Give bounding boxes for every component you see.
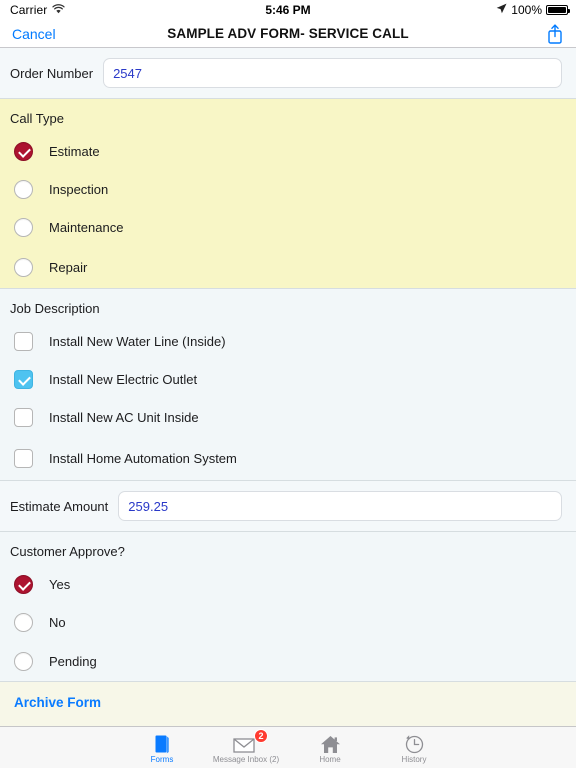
order-number-section: Order Number 2547 [0,48,576,99]
customer-approve-option-no[interactable]: No [0,603,576,641]
option-label: Maintenance [49,219,124,235]
battery-percent-label: 100% [511,3,542,17]
tab-label-message-inbox: Message Inbox (2) [212,754,280,764]
job-option-ac-unit[interactable]: Install New AC Unit Inside [0,398,576,436]
message-badge: 2 [254,728,268,743]
customer-approve-option-pending[interactable]: Pending [0,641,576,681]
archive-form-link[interactable]: Archive Form [14,695,101,710]
job-option-electric-outlet[interactable]: Install New Electric Outlet [0,360,576,398]
tab-label-history: History [401,754,427,764]
estimate-amount-label: Estimate Amount [10,498,109,514]
wifi-icon [52,3,66,17]
customer-approve-option-yes[interactable]: Yes [0,565,576,603]
customer-approve-section: Customer Approve? Yes No Pending [0,532,576,681]
cancel-button[interactable]: Cancel [12,26,56,42]
call-type-section: Call Type Estimate Inspection Maintenanc… [0,99,576,289]
estimate-amount-row: Estimate Amount 259.25 [0,481,576,531]
order-number-row: Order Number 2547 [0,48,576,98]
radio-icon[interactable] [14,179,33,199]
tab-history[interactable]: History [372,727,456,768]
carrier-label: Carrier [10,3,48,17]
call-type-option-inspection[interactable]: Inspection [0,170,576,208]
job-option-water-line[interactable]: Install New Water Line (Inside) [0,322,576,360]
archive-form-section: Archive Form [0,681,576,726]
status-bar-time: 5:46 PM [265,3,311,17]
option-label: Install New Electric Outlet [49,371,198,387]
navigation-bar: Cancel SAMPLE ADV FORM- SERVICE CALL [0,20,576,48]
option-label: Yes [49,576,71,592]
radio-icon[interactable] [14,651,33,671]
estimate-amount-input[interactable]: 259.25 [118,491,562,521]
call-type-option-estimate[interactable]: Estimate [0,132,576,170]
tab-forms[interactable]: Forms [120,727,204,768]
page-title: SAMPLE ADV FORM- SERVICE CALL [167,26,409,41]
option-label: Install Home Automation System [49,450,237,466]
tab-label-forms: Forms [150,754,174,764]
job-description-title: Job Description [10,301,100,316]
option-label: Repair [49,259,88,275]
tab-label-home: Home [319,754,341,764]
home-icon [320,732,341,754]
radio-icon-selected[interactable] [14,574,33,594]
tab-bar: Forms 2 Message Inbox (2) Home History [0,726,576,768]
estimate-amount-section: Estimate Amount 259.25 [0,481,576,532]
option-label: Pending [49,653,97,669]
radio-icon[interactable] [14,217,33,237]
radio-icon-selected[interactable] [14,141,33,161]
option-label: Inspection [49,181,109,197]
call-type-option-maintenance[interactable]: Maintenance [0,208,576,246]
location-arrow-icon [496,3,507,17]
call-type-option-repair[interactable]: Repair [0,246,576,288]
share-icon[interactable] [546,23,564,45]
status-bar: Carrier 5:46 PM 100% [0,0,576,20]
status-bar-right: 100% [496,3,570,17]
customer-approve-title: Customer Approve? [10,544,125,559]
checkbox-icon[interactable] [14,331,33,351]
option-label: No [49,614,66,630]
option-label: Estimate [49,143,100,159]
job-description-section: Job Description Install New Water Line (… [0,289,576,481]
option-label: Install New Water Line (Inside) [49,333,226,349]
battery-full-icon [546,5,570,15]
archive-form-row[interactable]: Archive Form [0,682,576,726]
order-number-label: Order Number [10,65,94,81]
status-bar-left: Carrier [10,3,66,17]
radio-icon[interactable] [14,257,33,277]
call-type-title: Call Type [10,111,64,126]
envelope-icon: 2 [233,728,268,754]
forms-icon [154,732,170,754]
radio-icon[interactable] [14,612,33,632]
tab-message-inbox[interactable]: 2 Message Inbox (2) [204,727,288,768]
checkbox-icon[interactable] [14,448,33,468]
tab-home[interactable]: Home [288,727,372,768]
job-option-home-automation[interactable]: Install Home Automation System [0,436,576,480]
order-number-input[interactable]: 2547 [103,58,562,88]
checkbox-icon-checked[interactable] [14,369,33,389]
form-content: Order Number 2547 Call Type Estimate Ins… [0,48,576,726]
option-label: Install New AC Unit Inside [49,409,199,425]
app-screen: Carrier 5:46 PM 100% Cancel SAMPLE ADV F… [0,0,576,768]
checkbox-icon[interactable] [14,407,33,427]
clock-history-icon [404,732,425,754]
